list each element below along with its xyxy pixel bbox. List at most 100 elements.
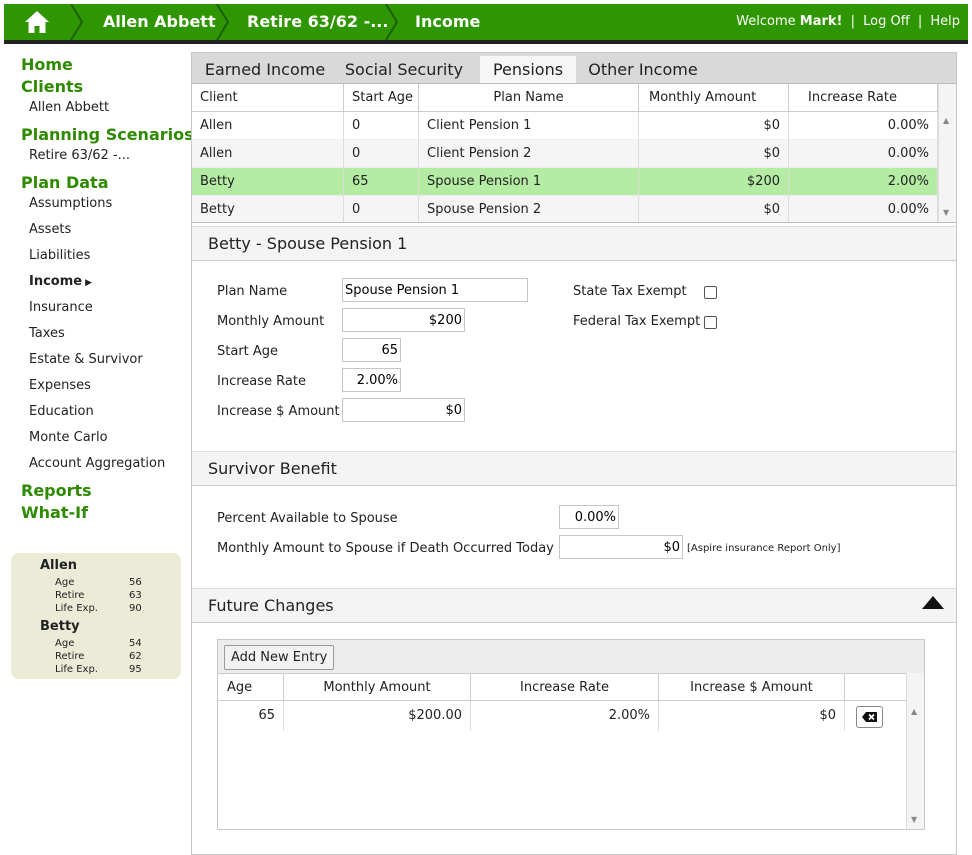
percent-to-spouse-label: Percent Available to Spouse	[217, 511, 398, 526]
sidebar-item-estate-survivor[interactable]: Estate & Survivor	[29, 352, 143, 367]
tab-pensions[interactable]: Pensions	[480, 56, 576, 83]
tab-other-income[interactable]: Other Income	[584, 56, 702, 83]
monthly-to-spouse-label: Monthly Amount to Spouse if Death Occurr…	[217, 541, 554, 556]
column-header-increase-rate[interactable]: Increase Rate	[789, 84, 938, 112]
future-scrollbar[interactable]: ▲ ▼	[906, 673, 924, 829]
cell-client: Allen	[192, 112, 344, 140]
summary-value: 56	[129, 577, 142, 588]
nav-scenario-name[interactable]: Retire 63/62 -...	[29, 148, 130, 163]
table-row[interactable]: Allen 0 Client Pension 2 $0 0.00%	[192, 140, 938, 168]
nav-whatif[interactable]: What-If	[21, 503, 88, 522]
sidebar-item-monte-carlo[interactable]: Monte Carlo	[29, 430, 108, 445]
start-age-input[interactable]	[342, 338, 401, 362]
cell-increase-rate: 0.00%	[789, 112, 938, 140]
nav-planning-scenarios[interactable]: Planning Scenarios	[21, 125, 194, 144]
breadcrumb-client[interactable]: Allen Abbett	[103, 4, 216, 40]
sidebar-item-expenses[interactable]: Expenses	[29, 378, 91, 393]
cell-monthly-amount[interactable]: $200.00	[284, 701, 471, 731]
scroll-down-icon[interactable]: ▼	[911, 815, 917, 824]
breadcrumb-page: Income	[415, 12, 481, 31]
percent-to-spouse-input[interactable]	[559, 505, 619, 529]
sidebar-item-income[interactable]: Income ▶	[29, 274, 92, 289]
increase-amount-input[interactable]	[342, 398, 465, 422]
future-changes-grid: Add New Entry Age Monthly Amount Increas…	[217, 639, 925, 830]
grid-scrollbar[interactable]: ▲ ▼	[938, 112, 956, 222]
summary-label: Age	[55, 577, 75, 588]
cell-age[interactable]: 65	[218, 701, 284, 731]
backspace-icon	[862, 712, 877, 722]
nav-plan-data[interactable]: Plan Data	[21, 173, 109, 192]
breadcrumb-scenario[interactable]: Retire 63/62 -...	[247, 4, 388, 40]
scroll-down-icon[interactable]: ▼	[943, 208, 949, 217]
start-age-label: Start Age	[217, 344, 279, 359]
sidebar-item-insurance[interactable]: Insurance	[29, 300, 93, 315]
grid-header: Client Start Age Plan Name Monthly Amoun…	[192, 84, 956, 112]
column-header-monthly-amount[interactable]: Monthly Amount	[284, 674, 471, 701]
column-header-increase-amount[interactable]: Increase $ Amount	[659, 674, 845, 701]
column-header-increase-rate[interactable]: Increase Rate	[471, 674, 659, 701]
summary-value: 54	[129, 638, 142, 649]
breadcrumb-separator-icon	[70, 4, 84, 40]
sidebar-item-assumptions[interactable]: Assumptions	[29, 196, 112, 211]
table-row[interactable]: Betty 0 Spouse Pension 2 $0 0.00%	[192, 196, 938, 222]
increase-rate-label: Increase Rate	[217, 374, 306, 389]
nav-home[interactable]: Home	[21, 55, 73, 74]
column-header-age[interactable]: Age	[218, 674, 284, 701]
summary-label: Age	[55, 638, 75, 649]
sidebar-item-education[interactable]: Education	[29, 404, 94, 419]
cell-start-age: 0	[344, 140, 419, 168]
column-header-client[interactable]: Client	[192, 84, 344, 112]
summary-label: Retire	[55, 651, 85, 662]
delete-entry-button[interactable]	[856, 706, 883, 728]
federal-tax-exempt-checkbox[interactable]	[704, 316, 717, 329]
cell-start-age: 0	[344, 112, 419, 140]
column-header-plan-name[interactable]: Plan Name	[419, 84, 639, 112]
main-panel: Earned Income Social Security Pensions O…	[191, 52, 957, 855]
cell-monthly-amount: $0	[639, 196, 789, 222]
summary-label: Life Exp.	[55, 664, 98, 675]
grid-scrollbar-header	[938, 84, 956, 112]
scroll-up-icon[interactable]: ▲	[911, 707, 917, 716]
column-header-monthly-amount[interactable]: Monthly Amount	[639, 84, 789, 112]
monthly-amount-label: Monthly Amount	[217, 314, 325, 329]
scroll-up-icon[interactable]: ▲	[943, 116, 949, 125]
table-row[interactable]: Allen 0 Client Pension 1 $0 0.00%	[192, 112, 938, 140]
nav-clients[interactable]: Clients	[21, 77, 83, 96]
cell-client: Betty	[192, 168, 344, 196]
sidebar-item-assets[interactable]: Assets	[29, 222, 71, 237]
column-header-actions	[845, 674, 908, 701]
summary-value: 95	[129, 664, 142, 675]
table-row-selected[interactable]: Betty 65 Spouse Pension 1 $200 2.00%	[192, 168, 938, 196]
plan-name-input[interactable]	[342, 278, 528, 302]
tab-earned-income[interactable]: Earned Income	[198, 56, 332, 83]
cell-increase-amount[interactable]: $0	[659, 701, 845, 731]
income-tabs: Earned Income Social Security Pensions O…	[192, 53, 956, 83]
monthly-to-spouse-input[interactable]	[559, 535, 683, 559]
separator: |	[917, 14, 923, 29]
nav-reports[interactable]: Reports	[21, 481, 92, 500]
top-bar: Allen Abbett Retire 63/62 -... Income We…	[4, 4, 968, 44]
sidebar-item-account-aggregation[interactable]: Account Aggregation	[29, 456, 165, 471]
help-link[interactable]: Help	[930, 14, 960, 29]
cell-increase-rate[interactable]: 2.00%	[471, 701, 659, 731]
sidebar-item-liabilities[interactable]: Liabilities	[29, 248, 90, 263]
future-changes-title: Future Changes	[192, 588, 956, 623]
cell-increase-rate: 0.00%	[789, 196, 938, 222]
increase-rate-input[interactable]	[342, 368, 401, 392]
state-tax-exempt-label: State Tax Exempt	[573, 284, 687, 299]
cell-start-age: 65	[344, 168, 419, 196]
welcome-text: Welcome	[736, 14, 796, 29]
summary-value: 62	[129, 651, 142, 662]
column-header-start-age[interactable]: Start Age	[344, 84, 419, 112]
summary-value: 90	[129, 603, 142, 614]
add-new-entry-button[interactable]: Add New Entry	[224, 645, 335, 670]
tab-social-security[interactable]: Social Security	[340, 56, 468, 83]
logoff-link[interactable]: Log Off	[863, 14, 910, 29]
monthly-amount-input[interactable]	[342, 308, 465, 332]
collapse-icon[interactable]	[922, 596, 944, 609]
nav-client-name[interactable]: Allen Abbett	[29, 100, 109, 115]
sidebar-item-taxes[interactable]: Taxes	[29, 326, 65, 341]
caret-right-icon: ▶	[85, 278, 93, 288]
home-icon[interactable]	[4, 4, 70, 40]
state-tax-exempt-checkbox[interactable]	[704, 286, 717, 299]
